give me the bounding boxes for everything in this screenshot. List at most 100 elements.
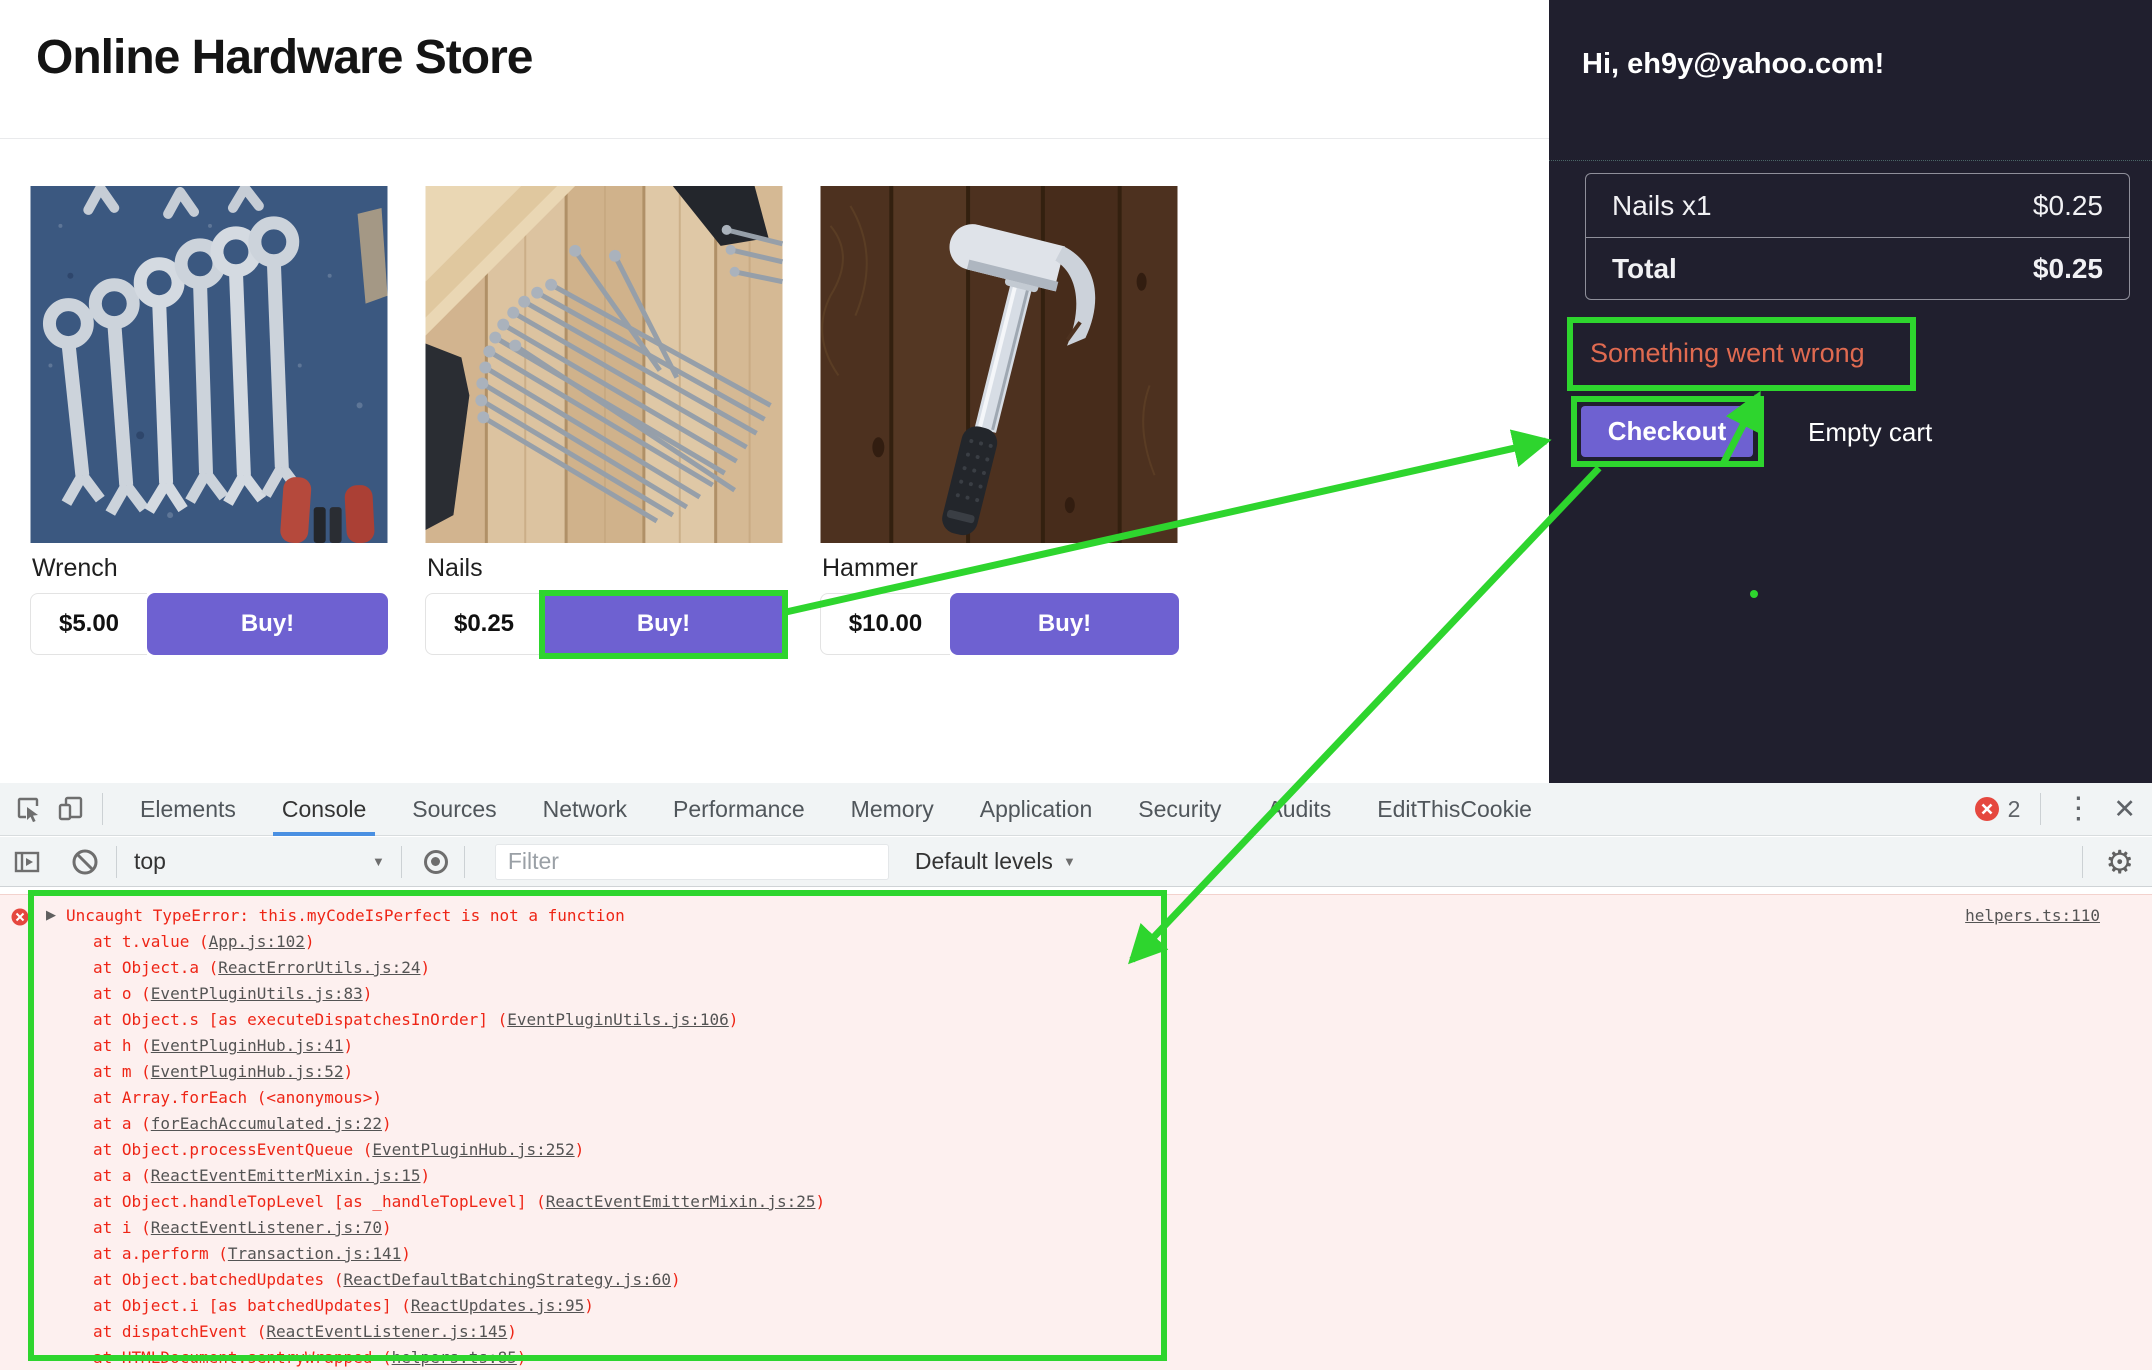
- stack-text: ): [382, 1114, 392, 1133]
- stack-frame: at Object.processEventQueue (EventPlugin…: [93, 1137, 825, 1163]
- stack-text: ): [363, 984, 373, 1003]
- buy-button-wrench[interactable]: Buy!: [147, 593, 388, 655]
- tab-application[interactable]: Application: [957, 783, 1116, 836]
- divider: [2040, 793, 2041, 825]
- stack-text: at a.perform (: [93, 1244, 228, 1263]
- stack-text: ): [343, 1062, 353, 1081]
- devtools-tabbar: ElementsConsoleSourcesNetworkPerformance…: [0, 783, 2152, 836]
- clear-console-icon[interactable]: [70, 847, 100, 877]
- stack-frame: at Object.handleTopLevel [as _handleTopL…: [93, 1189, 825, 1215]
- stack-text: ): [815, 1192, 825, 1211]
- kebab-menu-icon[interactable]: ⋮: [2063, 794, 2093, 824]
- source-link[interactable]: ReactErrorUtils.js:24: [218, 958, 420, 977]
- source-link[interactable]: ReactEventListener.js:145: [266, 1322, 507, 1341]
- stack-text: at Object.s [as executeDispatchesInOrder…: [93, 1010, 507, 1029]
- settings-gear-icon[interactable]: ⚙: [2105, 846, 2134, 878]
- product-price: $10.00: [820, 593, 950, 655]
- live-expression-eye-icon[interactable]: [424, 850, 448, 874]
- stack-frame: at o (EventPluginUtils.js:83): [93, 981, 825, 1007]
- log-levels-select[interactable]: Default levels ▼: [915, 848, 1076, 875]
- error-circle-icon: [11, 908, 29, 926]
- product-image-wrench: [30, 186, 388, 543]
- error-count: 2: [2008, 796, 2021, 823]
- source-link[interactable]: ReactUpdates.js:95: [411, 1296, 584, 1315]
- tab-network[interactable]: Network: [520, 783, 650, 836]
- stack-text: at h (: [93, 1036, 151, 1055]
- source-link[interactable]: Transaction.js:141: [228, 1244, 401, 1263]
- stack-text: at Object.batchedUpdates (: [93, 1270, 343, 1289]
- source-link[interactable]: EventPluginUtils.js:106: [507, 1010, 729, 1029]
- source-link[interactable]: ReactEventEmitterMixin.js:15: [151, 1166, 421, 1185]
- product-card-wrench: Wrench $5.00 Buy!: [30, 186, 388, 656]
- tab-console[interactable]: Console: [259, 783, 389, 836]
- source-link[interactable]: ReactDefaultBatchingStrategy.js:60: [343, 1270, 671, 1289]
- stack-text: ): [517, 1348, 527, 1367]
- source-link[interactable]: ReactEventEmitterMixin.js:25: [546, 1192, 816, 1211]
- stack-text: ): [382, 1218, 392, 1237]
- cart-item-label: Nails x1: [1612, 190, 1712, 222]
- source-link[interactable]: EventPluginHub.js:41: [151, 1036, 344, 1055]
- error-count-badge[interactable]: 2: [1974, 796, 2021, 823]
- source-link[interactable]: EventPluginHub.js:252: [372, 1140, 574, 1159]
- source-link[interactable]: EventPluginUtils.js:83: [151, 984, 363, 1003]
- error-content: Uncaught TypeError: this.myCodeIsPerfect…: [66, 903, 825, 1370]
- inspect-element-icon[interactable]: [13, 794, 43, 824]
- cart-panel: Hi, eh9y@yahoo.com! Nails x1 $0.25 Total…: [1549, 0, 2152, 783]
- tab-elements[interactable]: Elements: [117, 783, 259, 836]
- stack-frame: at dispatchEvent (ReactEventListener.js:…: [93, 1319, 825, 1345]
- product-card-nails: Nails $0.25 Buy!: [425, 186, 783, 656]
- source-link[interactable]: ReactEventListener.js:70: [151, 1218, 382, 1237]
- close-icon[interactable]: ✕: [2113, 796, 2136, 823]
- divider: [102, 793, 103, 825]
- tab-performance[interactable]: Performance: [650, 783, 828, 836]
- product-price: $5.00: [30, 593, 147, 655]
- device-toolbar-icon[interactable]: [56, 794, 86, 824]
- stack-frame: at i (ReactEventListener.js:70): [93, 1215, 825, 1241]
- stack-frame: at Object.batchedUpdates (ReactDefaultBa…: [93, 1267, 825, 1293]
- stack-text: at HTMLDocument.sentryWrapped (: [93, 1348, 392, 1367]
- stack-text: at Object.handleTopLevel [as _handleTopL…: [93, 1192, 546, 1211]
- product-name: Wrench: [32, 554, 118, 583]
- buy-button-nails[interactable]: Buy!: [542, 593, 785, 655]
- stack-frame: at a.perform (Transaction.js:141): [93, 1241, 825, 1267]
- checkout-button[interactable]: Checkout: [1581, 406, 1753, 457]
- product-card-hammer: Hammer $10.00 Buy!: [820, 186, 1178, 656]
- stack-text: at a (: [93, 1114, 151, 1133]
- empty-cart-button[interactable]: Empty cart: [1808, 417, 1932, 448]
- console-sidebar-icon[interactable]: [12, 847, 42, 877]
- tab-editthiscookie[interactable]: EditThisCookie: [1354, 783, 1555, 836]
- stack-frame: at a (ReactEventEmitterMixin.js:15): [93, 1163, 825, 1189]
- stack-text: ): [507, 1322, 517, 1341]
- source-link[interactable]: EventPluginHub.js:52: [151, 1062, 344, 1081]
- filter-input[interactable]: [495, 844, 889, 880]
- cart-error-message: Something went wrong: [1590, 338, 1865, 369]
- stack-text: ): [421, 1166, 431, 1185]
- stack-text: ): [343, 1036, 353, 1055]
- source-link[interactable]: helpers.ts:110: [1965, 903, 2100, 929]
- console-messages: ▶ Uncaught TypeError: this.myCodeIsPerfe…: [0, 888, 2152, 1370]
- divider: [464, 846, 465, 878]
- stack-text: ): [401, 1244, 411, 1263]
- chevron-down-icon: ▼: [1063, 854, 1076, 869]
- stack-text: at Object.i [as batchedUpdates] (: [93, 1296, 411, 1315]
- tab-audits[interactable]: Audits: [1244, 783, 1354, 836]
- cart-divider: [1549, 160, 2152, 161]
- cart-row-item: Nails x1 $0.25: [1586, 174, 2129, 237]
- tab-memory[interactable]: Memory: [828, 783, 957, 836]
- cart-total-label: Total: [1612, 253, 1677, 285]
- source-link[interactable]: App.js:102: [209, 932, 305, 951]
- stack-text: at t.value (: [93, 932, 209, 951]
- buy-row-nails: $0.25 Buy!: [425, 593, 785, 655]
- expand-triangle-icon[interactable]: ▶: [46, 907, 56, 923]
- buy-row-hammer: $10.00 Buy!: [820, 593, 1179, 655]
- javascript-context-select[interactable]: top ▼: [117, 848, 385, 875]
- divider: [401, 846, 402, 878]
- devtools-tabs: ElementsConsoleSourcesNetworkPerformance…: [117, 783, 1555, 836]
- cart-row-total: Total $0.25: [1586, 237, 2129, 300]
- source-link[interactable]: helpers.ts:85: [392, 1348, 517, 1367]
- tab-sources[interactable]: Sources: [389, 783, 519, 836]
- source-link[interactable]: forEachAccumulated.js:22: [151, 1114, 382, 1133]
- buy-button-hammer[interactable]: Buy!: [950, 593, 1179, 655]
- tab-security[interactable]: Security: [1115, 783, 1244, 836]
- devtools-panel: ElementsConsoleSourcesNetworkPerformance…: [0, 783, 2152, 1370]
